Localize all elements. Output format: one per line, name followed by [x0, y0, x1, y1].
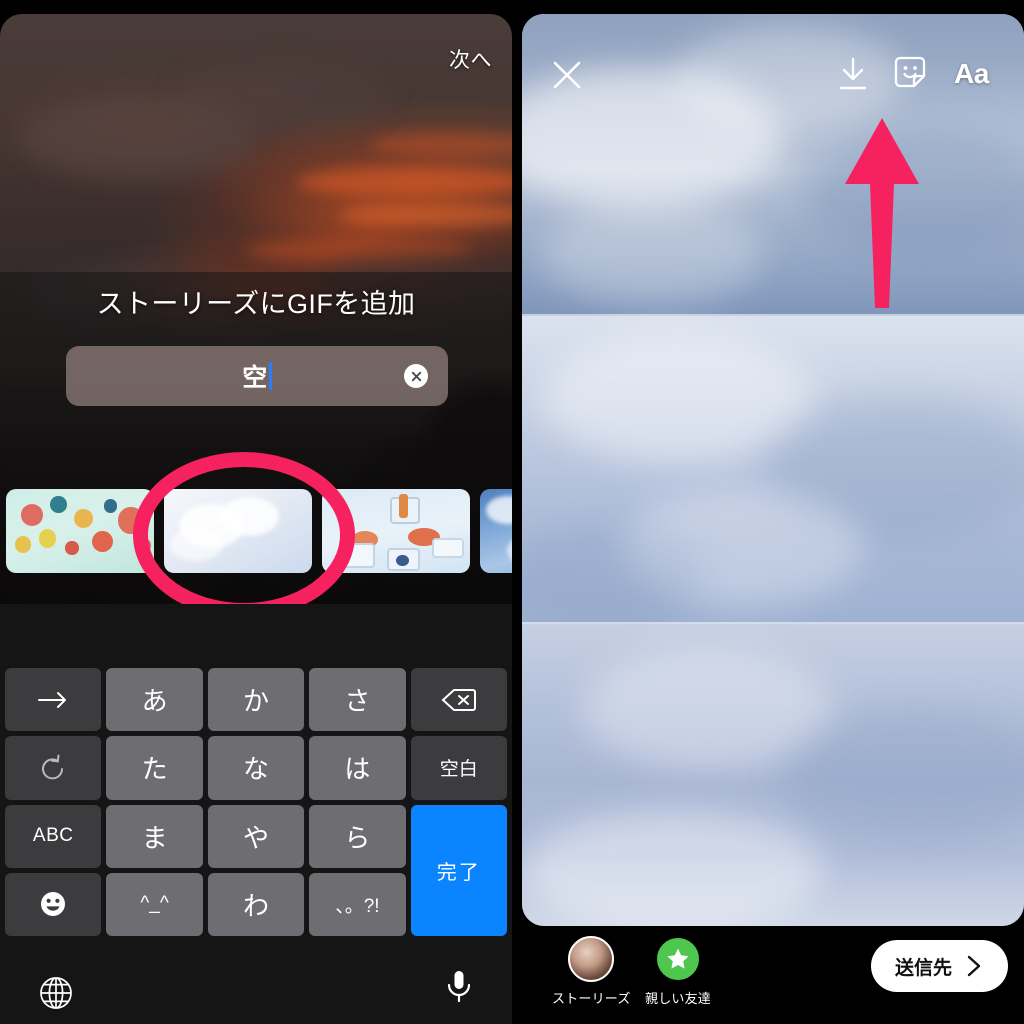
right-phone-screen: Aa ストーリーズ 親しい友達 送信先 — [512, 0, 1024, 1024]
gif-sheet-title: ストーリーズにGIFを追加 — [96, 289, 416, 319]
gif-result-3[interactable] — [322, 489, 470, 573]
abc-key[interactable]: ABC — [5, 804, 102, 868]
japanese-keyboard: あ か さ た な は 空白 ABC ま や ら 完了 ^_^ わ 、。?! — [0, 604, 512, 1024]
backspace-key[interactable] — [410, 668, 507, 732]
kana-wa-key[interactable]: わ — [207, 872, 305, 936]
avatar — [568, 936, 615, 982]
left-phone-screen: 次へ ストーリーズにGIFを追加 空 あ か さ た な は 空白 ABC ま … — [0, 0, 512, 1024]
photo-seam-1 — [522, 314, 1024, 316]
story-preview-right: Aa — [522, 14, 1024, 926]
destination-close-friends-label: 親しい友達 — [645, 991, 712, 1006]
gif-result-4[interactable] — [480, 489, 512, 573]
kana-ma-key[interactable]: ま — [106, 804, 203, 868]
gif-results-row[interactable] — [0, 480, 512, 582]
done-key[interactable]: 完了 — [410, 804, 507, 936]
globe-icon[interactable] — [38, 975, 74, 1016]
emoji-key[interactable] — [5, 872, 102, 936]
microphone-icon[interactable] — [444, 969, 474, 1010]
clear-search-icon[interactable] — [404, 364, 428, 388]
text-caret — [268, 362, 272, 390]
sky-photo-band-2 — [522, 316, 1024, 631]
close-icon[interactable] — [550, 58, 584, 97]
undo-icon — [42, 754, 64, 780]
gif-search-field[interactable]: 空 — [66, 346, 448, 406]
green-star-icon — [655, 936, 701, 982]
kana-ra-key[interactable]: ら — [309, 804, 406, 868]
emoji-icon — [41, 892, 66, 917]
kaomoji-key[interactable]: ^_^ — [106, 872, 203, 936]
next-button[interactable]: 次へ — [449, 44, 492, 74]
backspace-icon — [441, 688, 476, 711]
gif-result-2[interactable] — [164, 489, 312, 573]
keyboard-bottom-bar — [0, 938, 512, 1024]
kana-na-key[interactable]: な — [207, 736, 305, 800]
photo-seam-2 — [522, 622, 1024, 624]
destination-stories[interactable]: ストーリーズ — [552, 936, 631, 1007]
gif-result-1[interactable] — [6, 489, 154, 573]
send-to-button[interactable]: 送信先 — [870, 940, 1008, 992]
punctuation-key[interactable]: 、。?! — [309, 872, 406, 936]
space-key[interactable]: 空白 — [410, 736, 507, 800]
app-screenshot: 次へ ストーリーズにGIFを追加 空 あ か さ た な は 空白 ABC ま … — [0, 0, 1024, 1024]
arrow-right-icon — [38, 691, 67, 708]
chevron-right-icon — [967, 955, 981, 977]
text-tool-icon[interactable]: Aa — [954, 58, 989, 90]
keyboard-key-grid: あ か さ た な は 空白 ABC ま や ら 完了 ^_^ わ 、。?! — [0, 668, 512, 936]
kana-ta-key[interactable]: た — [106, 736, 203, 800]
send-to-label: 送信先 — [894, 957, 952, 979]
kana-ka-key[interactable]: か — [207, 668, 305, 732]
sky-photo-band-3 — [522, 624, 1024, 926]
gif-picker-sheet: ストーリーズにGIFを追加 空 — [0, 272, 512, 604]
cursor-right-key[interactable] — [5, 668, 102, 732]
kana-a-key[interactable]: あ — [106, 668, 203, 732]
undo-key[interactable] — [5, 736, 102, 800]
download-icon[interactable] — [836, 56, 870, 97]
sticker-icon[interactable] — [892, 54, 928, 95]
gif-search-value: 空 — [242, 364, 268, 392]
destination-close-friends[interactable]: 親しい友達 — [645, 936, 711, 1007]
share-bottom-bar: ストーリーズ 親しい友達 送信先 — [512, 926, 1024, 1024]
kana-ha-key[interactable]: は — [309, 736, 406, 800]
story-editor-toolbar: Aa — [522, 14, 1024, 124]
destination-stories-label: ストーリーズ — [552, 991, 631, 1006]
kana-sa-key[interactable]: さ — [309, 668, 406, 732]
kana-ya-key[interactable]: や — [207, 804, 305, 868]
